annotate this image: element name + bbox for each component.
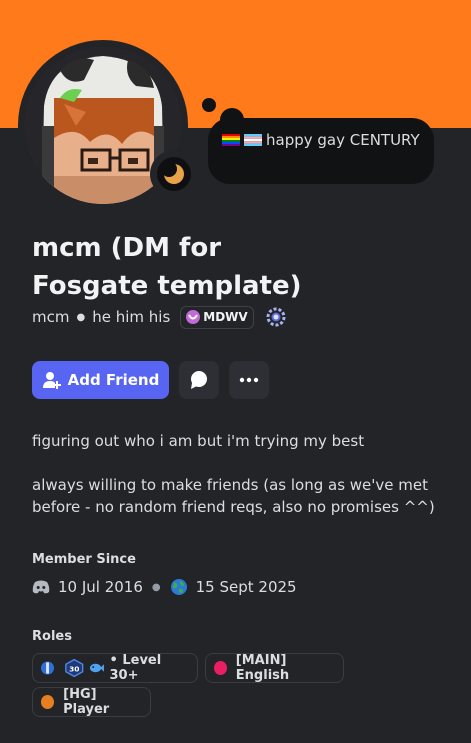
- bio-line: always willing to make friends (as long …: [32, 476, 435, 516]
- member-since-heading: Member Since: [32, 552, 136, 567]
- ellipsis-icon: [239, 377, 259, 383]
- add-friend-label: Add Friend: [67, 371, 160, 389]
- profile-subline: mcm ● he him his MDWV: [32, 305, 288, 329]
- rainbow-flag-icon: [222, 134, 240, 146]
- bio-line: figuring out who i am but i'm trying my …: [32, 432, 365, 450]
- more-options-button[interactable]: [229, 361, 269, 399]
- message-button[interactable]: [179, 361, 219, 399]
- role-level: 30 • Level 30+: [32, 653, 198, 683]
- pronouns: he him his: [92, 308, 171, 326]
- level-badge-number: 30: [69, 664, 79, 673]
- role-main-english: [MAIN] English: [205, 653, 344, 683]
- separator-dot: ●: [151, 581, 161, 593]
- profile-badge-icon[interactable]: [264, 305, 288, 329]
- fish-icon: [89, 663, 104, 673]
- role-name: [MAIN] English: [235, 653, 290, 683]
- discord-join-date: 10 Jul 2016: [58, 578, 143, 596]
- member-since-row: 10 Jul 2016 ● 15 Sept 2025: [32, 576, 297, 598]
- role-name: [HG] Player: [63, 687, 110, 717]
- add-friend-icon: [42, 372, 61, 389]
- server-join-date: 15 Sept 2025: [195, 578, 297, 596]
- discord-logo-icon: [32, 580, 50, 594]
- role-orb-icon: [41, 661, 55, 675]
- custom-status-text: happy gay CENTURY: [266, 131, 420, 149]
- trans-flag-icon: [244, 134, 262, 146]
- about-me: figuring out who i am but i'm trying my …: [32, 430, 442, 518]
- level-badge-icon: 30: [65, 658, 84, 678]
- display-name: mcm (DM for Fosgate template): [32, 233, 302, 301]
- guild-tag[interactable]: MDWV: [180, 305, 254, 329]
- guild-tag-icon: [186, 310, 201, 324]
- idle-moon-icon: [157, 157, 191, 191]
- chat-bubble-icon: [191, 371, 207, 389]
- roles-heading: Roles: [32, 629, 72, 644]
- role-name: • Level 30+: [109, 653, 162, 683]
- guild-tag-label: MDWV: [203, 310, 248, 324]
- server-globe-icon: [170, 579, 187, 595]
- role-color-dot: [214, 661, 227, 675]
- role-hg-player: [HG] Player: [32, 687, 151, 717]
- custom-status-bubble: happy gay CENTURY: [208, 118, 434, 184]
- separator-dot: ●: [76, 311, 86, 323]
- add-friend-button[interactable]: Add Friend: [32, 361, 169, 399]
- role-color-dot: [41, 695, 55, 709]
- username: mcm: [32, 308, 70, 326]
- status-indicator: [150, 150, 198, 198]
- thought-bubble-dot: [202, 98, 216, 112]
